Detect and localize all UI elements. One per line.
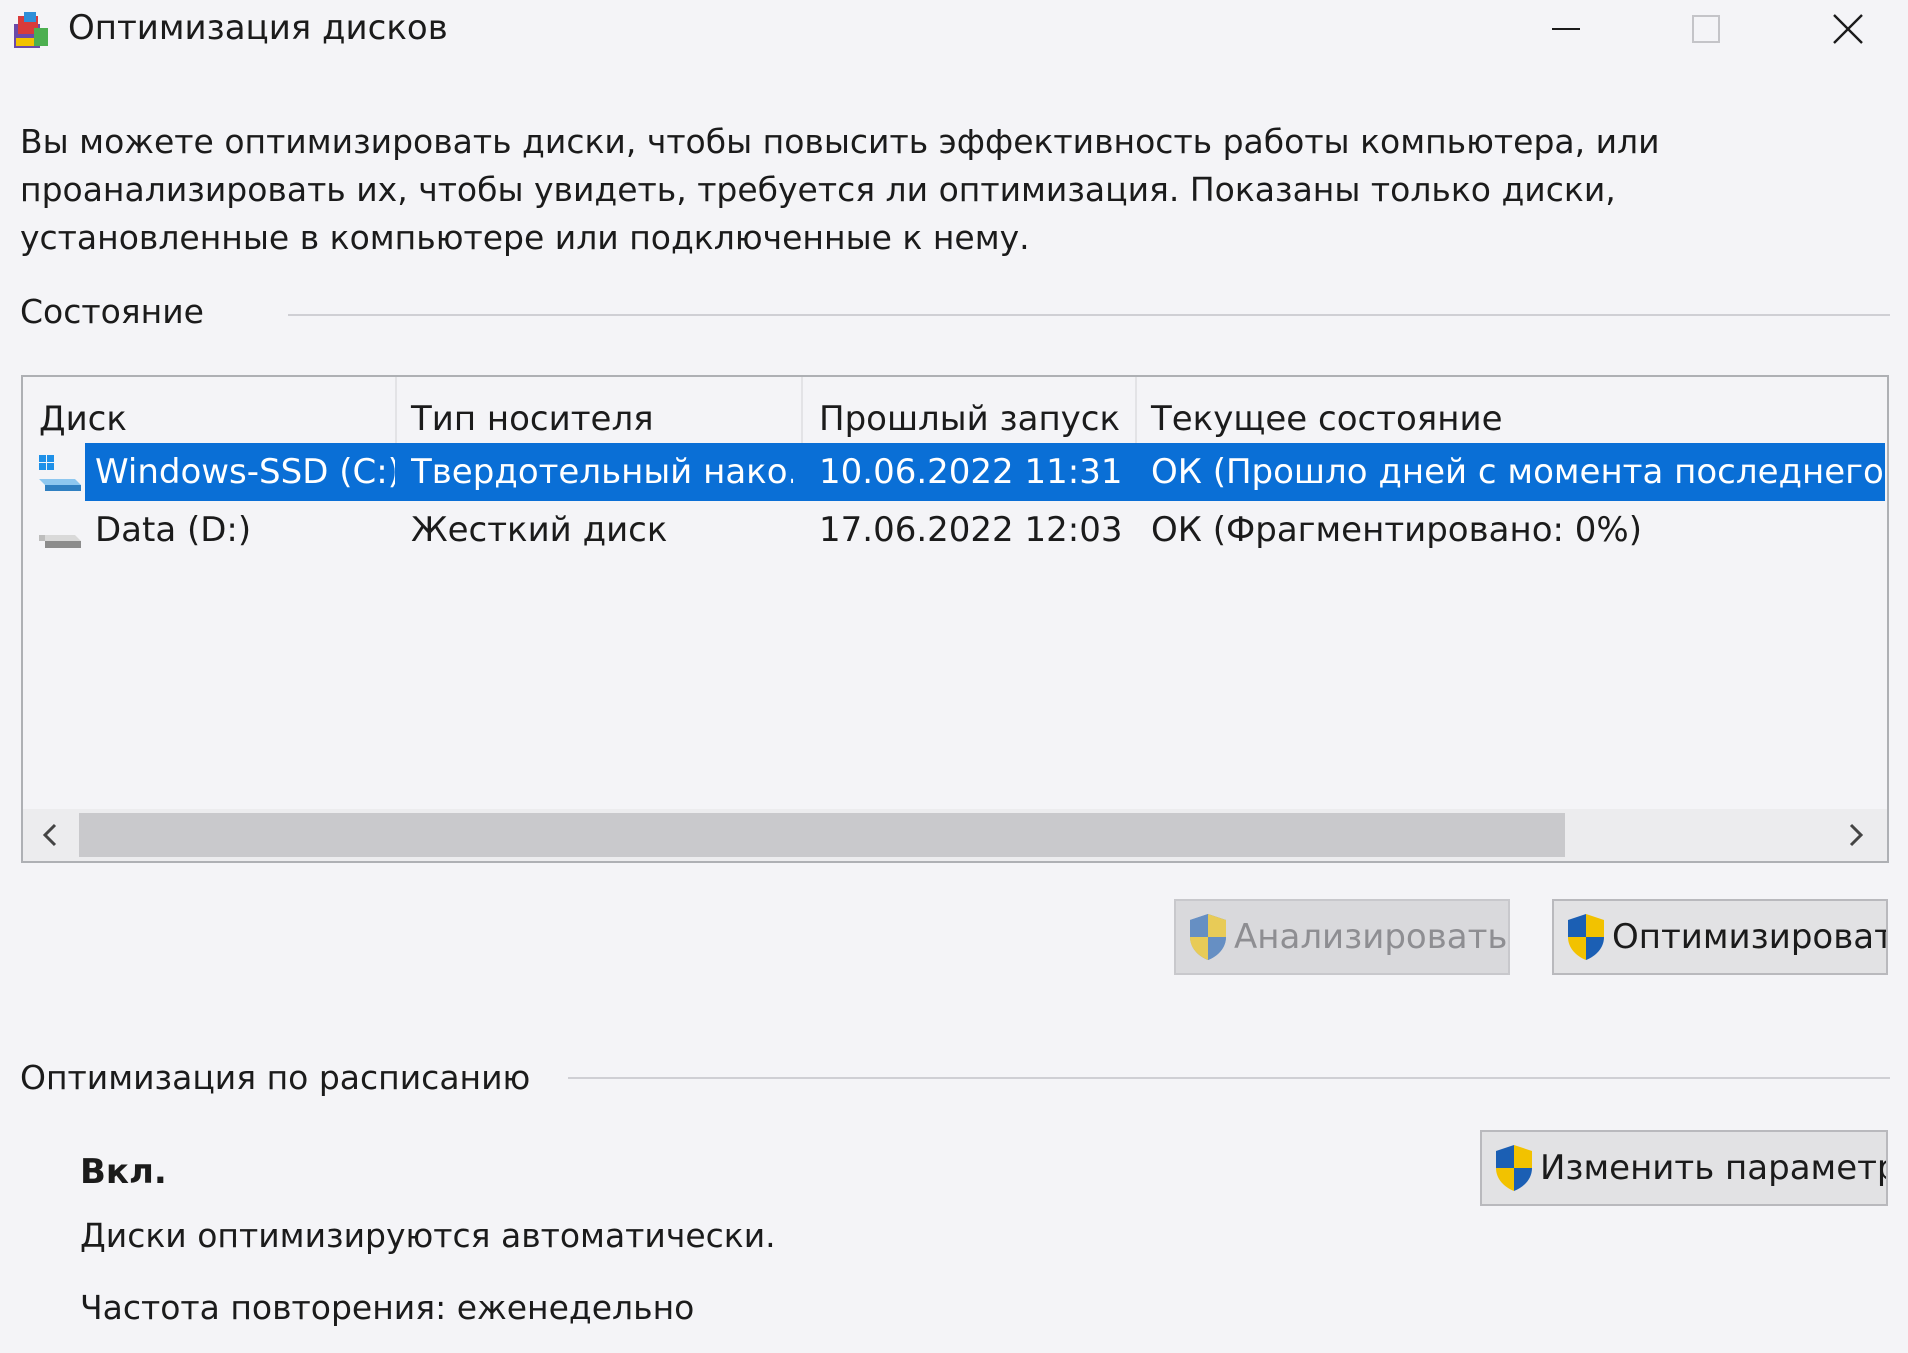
- cell-last-run: 10.06.2022 11:31: [819, 452, 1123, 492]
- uac-shield-icon: [1190, 914, 1226, 960]
- schedule-section-title: Оптимизация по расписанию: [20, 1058, 531, 1097]
- cell-media-type: Жесткий диск: [411, 510, 668, 550]
- column-header-media-type[interactable]: Тип носителя: [411, 391, 654, 447]
- maximize-button[interactable]: [1636, 0, 1776, 58]
- column-header-current-state[interactable]: Текущее состояние: [1151, 391, 1503, 447]
- disk-list[interactable]: Диск Тип носителя Прошлый запуск Текущее…: [21, 375, 1889, 863]
- change-settings-button-label: Изменить параметры: [1540, 1148, 1888, 1188]
- close-button[interactable]: [1778, 0, 1908, 58]
- column-separator[interactable]: [801, 377, 803, 445]
- analyze-button-label: Анализировать: [1234, 917, 1508, 957]
- analyze-button[interactable]: Анализировать: [1174, 899, 1510, 975]
- minimize-icon: [1552, 28, 1580, 30]
- cell-disk: Windows-SSD (C:): [95, 452, 395, 492]
- horizontal-scrollbar[interactable]: [23, 809, 1887, 861]
- status-section-divider: [288, 314, 1890, 316]
- window-title: Оптимизация дисков: [68, 8, 448, 48]
- column-header-last-run[interactable]: Прошлый запуск: [819, 391, 1120, 447]
- column-separator[interactable]: [1135, 377, 1137, 445]
- scroll-left-button[interactable]: [25, 809, 75, 861]
- description-text: Вы можете оптимизировать диски, чтобы по…: [20, 122, 1660, 257]
- scrollbar-thumb[interactable]: [79, 813, 1565, 857]
- column-separator[interactable]: [395, 377, 397, 445]
- schedule-info: Диски оптимизируются автоматически.: [80, 1216, 776, 1255]
- chevron-right-icon: [1849, 823, 1864, 847]
- disk-optimize-icon: [10, 8, 52, 52]
- change-settings-button[interactable]: Изменить параметры: [1480, 1130, 1888, 1206]
- schedule-section-divider: [568, 1077, 1890, 1079]
- uac-shield-icon: [1496, 1145, 1532, 1191]
- cell-last-run: 17.06.2022 12:03: [819, 510, 1123, 550]
- schedule-state: Вкл.: [80, 1152, 167, 1192]
- optimize-button[interactable]: Оптимизировать: [1552, 899, 1888, 975]
- hard-drive-icon: [35, 511, 83, 551]
- status-section-title: Состояние: [20, 292, 204, 331]
- scroll-right-button[interactable]: [1831, 809, 1881, 861]
- cell-current-state: ОК (Фрагментировано: 0%): [1151, 510, 1642, 550]
- minimize-button[interactable]: [1496, 0, 1636, 58]
- close-icon: [1833, 14, 1863, 44]
- maximize-icon: [1692, 15, 1720, 43]
- table-row[interactable]: Data (D:) Жесткий диск 17.06.2022 12:03 …: [23, 501, 1887, 559]
- chevron-left-icon: [42, 823, 57, 847]
- cell-disk: Data (D:): [95, 510, 252, 550]
- optimize-button-label: Оптимизировать: [1612, 917, 1888, 957]
- column-header-disk[interactable]: Диск: [39, 391, 127, 447]
- uac-shield-icon: [1568, 914, 1604, 960]
- cell-current-state: ОК (Прошло дней с момента последнего за: [1151, 452, 1885, 492]
- schedule-frequency: Частота повторения: еженедельно: [80, 1288, 695, 1327]
- windows-ssd-drive-icon: [35, 453, 83, 493]
- table-row[interactable]: Windows-SSD (C:) Твердотельный нако... 1…: [23, 443, 1887, 501]
- cell-media-type: Твердотельный нако...: [411, 452, 793, 492]
